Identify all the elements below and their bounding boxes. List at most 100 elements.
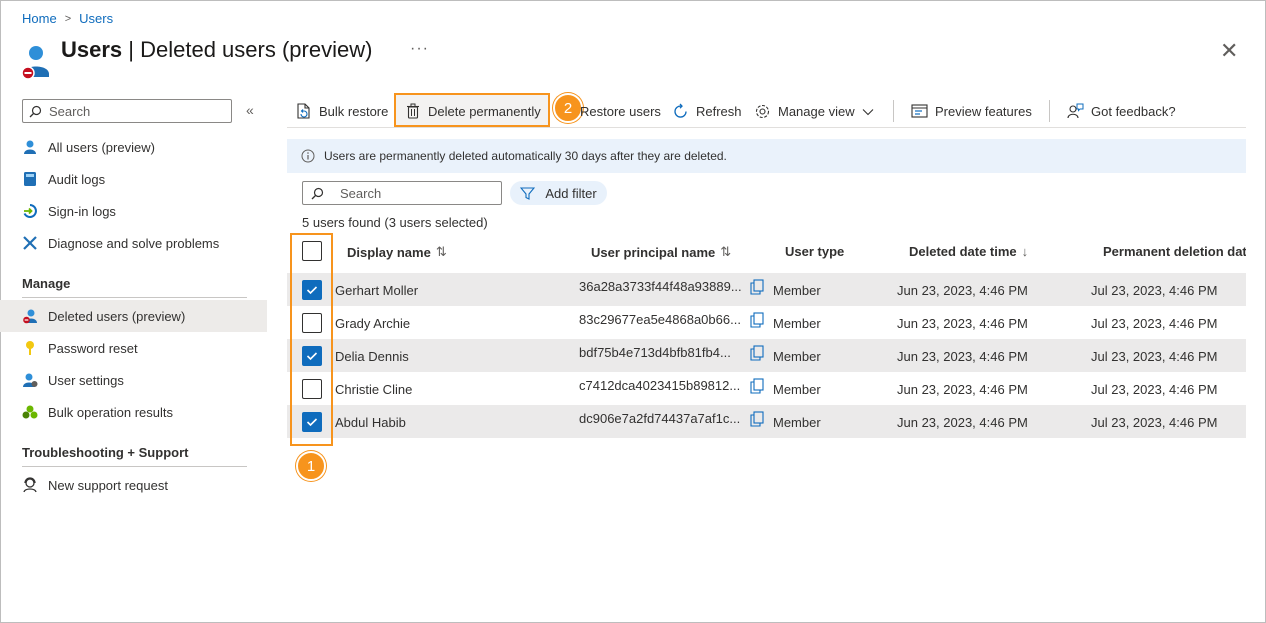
- cell-user-type: Member: [773, 382, 821, 397]
- sidebar-item-audit-logs[interactable]: Audit logs: [0, 163, 267, 195]
- collapse-sidebar-icon[interactable]: «: [246, 102, 254, 118]
- cell-upn: 36a28a3733f44f48a93889...: [579, 279, 742, 294]
- sidebar-item-label: Diagnose and solve problems: [48, 235, 220, 251]
- cell-upn: dc906e7a2fd74437a7af1c...: [579, 411, 741, 426]
- user-icon: [22, 139, 38, 155]
- delete-permanently-button[interactable]: Delete permanently: [404, 100, 541, 122]
- cell-deleted-date: Jun 23, 2023, 4:46 PM: [897, 415, 1028, 430]
- callout-badge-1: 1: [296, 451, 326, 481]
- breadcrumb-home[interactable]: Home: [22, 11, 57, 26]
- sidebar-item-bulk-results[interactable]: Bulk operation results: [0, 396, 267, 428]
- copy-icon[interactable]: [750, 345, 764, 364]
- cell-display-name: Christie Cline: [335, 382, 413, 397]
- cell-permanent-deletion-date: Jul 23, 2023, 4:46 PM: [1091, 382, 1218, 397]
- column-header-user-type[interactable]: User type: [785, 244, 844, 259]
- refresh-button[interactable]: Refresh: [672, 100, 742, 122]
- cell-display-name: Grady Archie: [335, 316, 411, 331]
- cell-permanent-deletion-date: Jul 23, 2023, 4:46 PM: [1091, 415, 1218, 430]
- column-header-deleted-date[interactable]: Deleted date time ↓: [909, 244, 1028, 259]
- column-header-label: Display name: [347, 244, 431, 260]
- column-header-permanent-deletion[interactable]: Permanent deletion date: [1103, 244, 1246, 259]
- divider: [22, 466, 247, 467]
- cell-user-type: Member: [773, 316, 821, 331]
- sidebar-search-input[interactable]: Search: [22, 99, 232, 123]
- trash-icon: [404, 103, 421, 120]
- restore-users-button[interactable]: Restore users: [580, 100, 661, 122]
- filter-icon: [520, 186, 536, 200]
- cell-permanent-deletion-date: Jul 23, 2023, 4:46 PM: [1091, 349, 1218, 364]
- column-header-upn[interactable]: User principal name ⇅: [591, 244, 731, 260]
- more-options-icon[interactable]: ···: [410, 40, 429, 58]
- sidebar-item-label: User settings: [48, 372, 124, 388]
- cell-deleted-date: Jun 23, 2023, 4:46 PM: [897, 382, 1028, 397]
- signin-icon: [22, 203, 38, 219]
- chevron-right-icon: >: [64, 12, 72, 25]
- cell-display-name: Gerhart Moller: [335, 283, 419, 298]
- copy-icon[interactable]: [750, 411, 764, 430]
- sidebar-item-user-settings[interactable]: User settings: [0, 364, 267, 396]
- breadcrumb-users[interactable]: Users: [79, 11, 113, 26]
- deleted-user-title-icon: [20, 42, 50, 82]
- sidebar-item-all-users[interactable]: All users (preview): [0, 131, 267, 163]
- user-settings-icon: [22, 372, 38, 388]
- cell-upn: bdf75b4e713d4bfb81fb4...: [579, 345, 731, 360]
- bulk-restore-button[interactable]: Bulk restore: [295, 100, 388, 122]
- bulk-icon: [22, 404, 38, 420]
- copy-icon[interactable]: [750, 312, 764, 331]
- sidebar-item-label: Sign-in logs: [48, 203, 116, 219]
- preview-features-button[interactable]: Preview features: [911, 100, 1032, 122]
- deleted-user-icon: [22, 308, 38, 324]
- sort-descending-icon: ↓: [1021, 244, 1029, 259]
- sidebar-item-deleted-users[interactable]: Deleted users (preview): [0, 300, 267, 332]
- search-input[interactable]: Search: [302, 181, 502, 205]
- page-title: Users | Deleted users (preview): [61, 37, 372, 63]
- sidebar-item-sign-in-logs[interactable]: Sign-in logs: [0, 195, 267, 227]
- key-icon: [22, 340, 38, 356]
- manage-view-label: Manage view: [778, 103, 855, 119]
- copy-icon[interactable]: [750, 279, 764, 298]
- manage-view-button[interactable]: Manage view: [754, 100, 874, 122]
- cell-user-type: Member: [773, 415, 821, 430]
- cell-display-name: Abdul Habib: [335, 415, 406, 430]
- refresh-icon: [672, 103, 689, 120]
- sidebar-item-label: Deleted users (preview): [48, 308, 186, 324]
- cell-permanent-deletion-date: Jul 23, 2023, 4:46 PM: [1091, 283, 1218, 298]
- sidebar-item-label: New support request: [48, 477, 168, 493]
- book-icon: [22, 171, 38, 187]
- delete-permanently-label: Delete permanently: [428, 103, 541, 119]
- sidebar-search-placeholder: Search: [49, 103, 91, 119]
- cell-user-type: Member: [773, 349, 821, 364]
- results-count: 5 users found (3 users selected): [302, 215, 488, 230]
- add-filter-button[interactable]: Add filter: [510, 181, 607, 205]
- sidebar-item-new-support-request[interactable]: New support request: [0, 469, 267, 501]
- chevron-down-icon: [862, 104, 874, 119]
- cell-deleted-date: Jun 23, 2023, 4:46 PM: [897, 349, 1028, 364]
- feedback-label: Got feedback?: [1091, 103, 1176, 119]
- add-filter-label: Add filter: [545, 185, 597, 201]
- wrench-icon: [22, 235, 38, 251]
- sidebar-item-label: Bulk operation results: [48, 404, 174, 420]
- info-icon: [301, 149, 315, 163]
- cell-permanent-deletion-date: Jul 23, 2023, 4:46 PM: [1091, 316, 1218, 331]
- support-heading: Troubleshooting + Support: [22, 445, 189, 460]
- sidebar-item-label: Audit logs: [48, 171, 106, 187]
- page-title-sub: | Deleted users (preview): [122, 37, 373, 62]
- bulk-restore-icon: [295, 102, 312, 120]
- cell-deleted-date: Jun 23, 2023, 4:46 PM: [897, 316, 1028, 331]
- preview-features-icon: [911, 103, 928, 120]
- close-icon[interactable]: ✕: [1220, 40, 1238, 62]
- sidebar-item-label: Password reset: [48, 340, 138, 356]
- search-icon: [311, 187, 324, 199]
- page-title-main: Users: [61, 37, 123, 62]
- breadcrumb: Home > Users: [22, 11, 113, 26]
- sidebar-item-password-reset[interactable]: Password reset: [0, 332, 267, 364]
- cell-deleted-date: Jun 23, 2023, 4:46 PM: [897, 283, 1028, 298]
- sidebar-item-diagnose[interactable]: Diagnose and solve problems: [0, 227, 267, 259]
- search-icon: [29, 105, 42, 117]
- column-header-display-name[interactable]: Display name ⇅: [347, 244, 447, 260]
- column-header-label: User principal name: [591, 244, 716, 260]
- callout-highlight-checkboxes: [290, 233, 333, 446]
- feedback-button[interactable]: Got feedback?: [1067, 100, 1176, 122]
- copy-icon[interactable]: [750, 378, 764, 397]
- info-message-text: Users are permanently deleted automatica…: [324, 149, 727, 163]
